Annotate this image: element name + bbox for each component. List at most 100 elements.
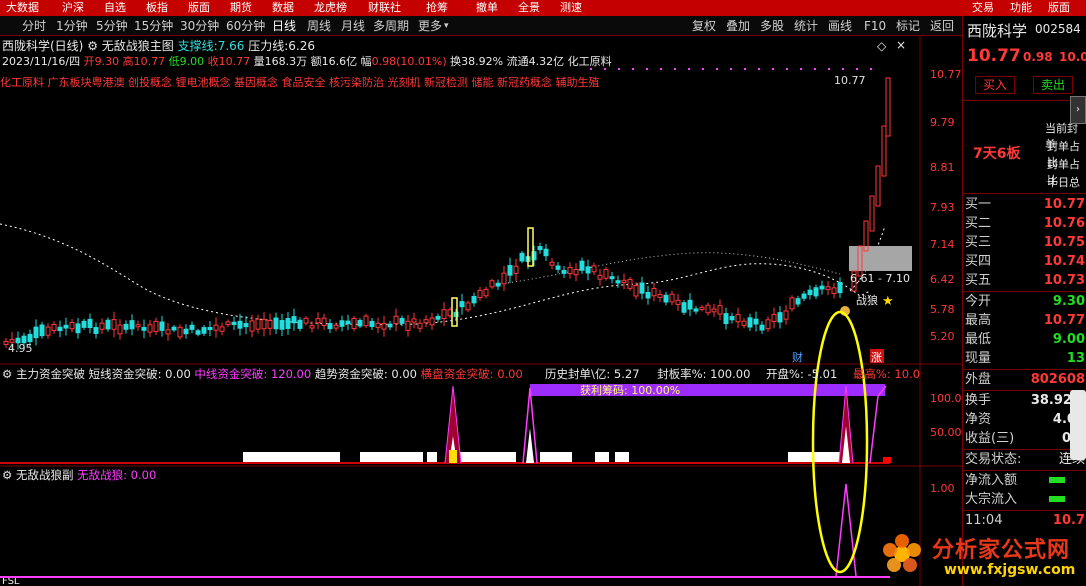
menu-item-cancel[interactable]: 撤单 — [476, 0, 498, 16]
quote-price: 10.77 — [967, 46, 1021, 66]
menu-item-hushen[interactable]: 沪深 — [62, 0, 84, 16]
red-signal — [883, 457, 891, 463]
candle-body — [297, 319, 303, 329]
btn-draw-line[interactable]: 画线 — [828, 16, 852, 36]
cai-badge[interactable]: 财 — [792, 350, 803, 364]
candle-body — [153, 320, 159, 332]
rally-candle — [881, 125, 887, 177]
trend-fund-label: 趋势资金突破: — [314, 367, 388, 381]
candle-body — [579, 260, 585, 271]
candle-body — [807, 289, 813, 296]
seal-label: 历史封单\亿: — [545, 367, 611, 381]
btn-mark[interactable]: 标记 — [896, 16, 920, 36]
buy-button[interactable]: 买入 — [975, 76, 1015, 94]
tab-5min[interactable]: 5分钟 — [96, 16, 128, 36]
menu-item-grab[interactable]: 抢筹 — [426, 0, 448, 16]
tab-more[interactable]: 更多 — [418, 16, 442, 36]
sell-button[interactable]: 卖出 — [1033, 76, 1073, 94]
candle-body — [837, 281, 843, 294]
settings-gear-icon[interactable]: ⚙ — [2, 367, 12, 381]
menu-item-favorites[interactable]: 自选 — [104, 0, 126, 16]
price-axis-label: 9.79 — [930, 116, 955, 129]
net-inflow-bar — [1049, 477, 1065, 483]
streak-label: 7天6板 — [973, 146, 1021, 162]
menu-item-data[interactable]: 数据 — [272, 0, 294, 16]
candle-body — [519, 252, 525, 262]
candle-body — [489, 280, 495, 288]
btn-overlay[interactable]: 叠加 — [726, 16, 750, 36]
candle-body — [123, 323, 129, 330]
collapse-icon[interactable]: › — [1070, 96, 1086, 124]
menu-item-speedtest[interactable]: 测速 — [560, 0, 582, 16]
menu-item-index[interactable]: 板指 — [146, 0, 168, 16]
candle-body — [615, 280, 621, 284]
ma-dotted-curve-upper — [499, 252, 841, 285]
tab-1min[interactable]: 1分钟 — [56, 16, 88, 36]
btn-f10[interactable]: F10 — [864, 16, 886, 36]
candle-body — [477, 289, 483, 298]
btn-multi-stock[interactable]: 多股 — [760, 16, 784, 36]
candle-body — [411, 318, 417, 323]
candle-body — [555, 265, 561, 270]
candle-body — [801, 293, 807, 299]
bid-row-1[interactable]: 买一 10.77 — [965, 195, 1085, 214]
sub2-axis-label: 1.00 — [930, 482, 955, 495]
bid-row-2[interactable]: 买二 10.76 — [965, 214, 1085, 233]
candle-body — [717, 305, 723, 315]
bid-row-3[interactable]: 买三 10.75 — [965, 233, 1085, 252]
sub2-name[interactable]: 无敌战狼副 — [16, 468, 74, 482]
candle-body — [369, 320, 375, 328]
high-price-label: 10.77 — [834, 74, 866, 87]
price-axis: 10.77 9.79 8.81 7.93 7.14 6.42 5.78 5.20 — [930, 68, 962, 343]
sub1-main-label[interactable]: 主力资金突破 — [16, 367, 85, 381]
sub2-spike — [835, 483, 857, 577]
bid-row-4[interactable]: 买四 10.74 — [965, 252, 1085, 271]
tab-multi-period[interactable]: 多周期 — [373, 16, 409, 36]
tab-15min[interactable]: 15分钟 — [134, 16, 173, 36]
menu-item-trade[interactable]: 交易 — [972, 0, 994, 16]
candle-body — [459, 301, 465, 308]
trend-fund-value: 0.00 — [391, 367, 417, 381]
scroll-handle[interactable] — [1070, 390, 1086, 460]
candle-body — [495, 282, 501, 287]
rally-candle — [875, 165, 881, 207]
candle-body — [231, 321, 237, 326]
menu-item-panorama[interactable]: 全景 — [518, 0, 540, 16]
candle-body — [777, 312, 783, 323]
tab-fenshi[interactable]: 分时 — [22, 16, 46, 36]
chevron-down-icon[interactable]: ▾ — [444, 16, 449, 36]
quote-panel: 西陇科学 002584 10.77 0.98 10.01 买入 卖出 7天6板 … — [962, 16, 1086, 586]
bid-row-5[interactable]: 买五 10.73 — [965, 271, 1085, 290]
stat-open: 今开 9.30 — [965, 294, 1085, 309]
candle-body — [339, 320, 345, 327]
btn-stats[interactable]: 统计 — [794, 16, 818, 36]
candle-body — [831, 287, 837, 295]
settings-gear-icon[interactable]: ⚙ — [2, 468, 12, 482]
kline-chart[interactable]: 10.77 9.79 8.81 7.93 7.14 6.42 5.78 5.20… — [0, 36, 962, 586]
menu-item-dragon-tiger[interactable]: 龙虎榜 — [314, 0, 347, 16]
jiepan-label: 横盘资金突破: — [420, 367, 494, 381]
menu-item-bigdata[interactable]: 大数据 — [6, 0, 39, 16]
tab-30min[interactable]: 30分钟 — [180, 16, 219, 36]
candle-body — [273, 317, 279, 330]
menu-item-cls[interactable]: 财联社 — [368, 0, 401, 16]
sub1-header: ⚙ 主力资金突破 短线资金突破: 0.00 中线资金突破: 120.00 趋势资… — [2, 367, 523, 381]
zhang-badge[interactable]: 涨 — [871, 351, 882, 364]
tab-60min[interactable]: 60分钟 — [226, 16, 265, 36]
menu-item-layout-right[interactable]: 版面 — [1048, 0, 1070, 16]
candle-body — [711, 308, 717, 313]
candle-body — [819, 285, 825, 290]
tab-monthly[interactable]: 月线 — [341, 16, 365, 36]
menu-item-function[interactable]: 功能 — [1010, 0, 1032, 16]
menu-item-futures[interactable]: 期货 — [230, 0, 252, 16]
quote-stock-code: 002584 — [1035, 22, 1081, 36]
short-fund-label: 短线资金突破: — [88, 367, 162, 381]
btn-fuquan[interactable]: 复权 — [692, 16, 716, 36]
candle-body — [513, 265, 519, 274]
tab-daily[interactable]: 日线 — [272, 16, 296, 36]
tab-weekly[interactable]: 周线 — [307, 16, 331, 36]
candle-body — [375, 322, 381, 328]
menu-item-layout[interactable]: 版面 — [188, 0, 210, 16]
candle-body — [267, 320, 273, 329]
btn-back[interactable]: 返回 — [930, 16, 954, 36]
